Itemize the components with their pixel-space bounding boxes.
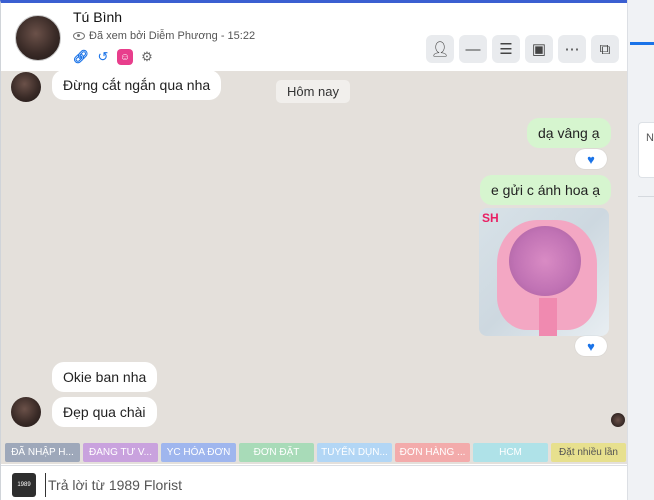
eye-icon <box>73 32 85 40</box>
background-card-text: N <box>646 132 654 144</box>
contact-avatar[interactable] <box>15 15 61 61</box>
bouquet-ribbon <box>539 298 557 336</box>
message-bubble-in[interactable]: Đừng cắt ngắn qua nha <box>52 71 222 100</box>
sender-avatar[interactable] <box>11 72 41 102</box>
more-icon[interactable]: ⋯ <box>558 35 586 63</box>
label-tag[interactable]: ĐƠN ĐẶT <box>239 443 314 462</box>
message-bubble-in[interactable]: Đẹp qua chài <box>52 397 157 427</box>
reply-input[interactable] <box>45 473 605 497</box>
minimize-icon[interactable]: — <box>459 35 487 63</box>
pink-face-icon[interactable]: ☺ <box>117 49 133 65</box>
background-page: N <box>627 0 654 500</box>
label-tags-bar: ĐÃ NHẬP H... ĐANG TƯ V... YC HÓA ĐƠN ĐƠN ĐẶ… <box>1 440 627 464</box>
composer: 1989 <box>1 465 627 500</box>
image-logo-text: SH <box>482 211 499 225</box>
message-bubble-out[interactable]: e gửi c ánh hoa ạ <box>480 175 612 205</box>
seen-status: Đã xem bởi Diễm Phương - 15:22 <box>73 30 255 42</box>
inbox-icon[interactable]: ▣ <box>525 35 553 63</box>
bouquet-flowers <box>509 226 581 296</box>
history-icon[interactable]: ↺ <box>95 49 111 65</box>
message-list[interactable]: Đừng cắt ngắn qua nha Hôm nay dạ vâng ạ … <box>1 71 627 440</box>
label-tag[interactable]: HCM <box>473 443 548 462</box>
page-logo: 1989 <box>12 473 36 497</box>
checklist-icon[interactable]: ☰ <box>492 35 520 63</box>
background-divider <box>638 196 654 197</box>
seen-text: Đã xem bởi Diễm Phương - 15:22 <box>89 30 256 42</box>
background-accent-bar <box>630 42 654 45</box>
label-tag[interactable]: ĐƠN HÀNG ... <box>395 443 470 462</box>
heart-icon[interactable]: ♥ <box>575 336 607 356</box>
heart-icon[interactable]: ♥ <box>575 149 607 169</box>
chat-header: Tú Bình Đã xem bởi Diễm Phương - 15:22 🔗… <box>1 3 627 71</box>
sender-avatar[interactable] <box>11 397 41 427</box>
label-tag[interactable]: Đặt nhiều lần <box>551 443 626 462</box>
read-receipt-avatar <box>611 413 625 427</box>
background-card: N <box>638 122 654 178</box>
robot-icon[interactable]: ⚙ <box>139 49 155 65</box>
link-icon[interactable]: 🔗︎ <box>73 49 90 65</box>
chat-window: Tú Bình Đã xem bởi Diễm Phương - 15:22 🔗… <box>0 0 627 500</box>
open-external-icon[interactable]: ⧉ <box>591 35 619 63</box>
date-divider: Hôm nay <box>276 80 351 103</box>
label-tag[interactable]: ĐÃ NHẬP H... <box>5 443 80 462</box>
label-tag[interactable]: TUYỂN DỤN... <box>317 443 392 462</box>
header-toolbar: 👤︎ — ☰ ▣ ⋯ ⧉ <box>426 35 619 63</box>
contact-meta-icons: 🔗︎ ↺ ☺ ⚙ <box>73 49 155 65</box>
image-message[interactable]: SH <box>479 208 609 336</box>
message-bubble-in[interactable]: Okie ban nha <box>52 362 158 392</box>
label-tag[interactable]: ĐANG TƯ V... <box>83 443 158 462</box>
label-tag[interactable]: YC HÓA ĐƠN <box>161 443 236 462</box>
add-user-icon[interactable]: 👤︎ <box>426 35 454 63</box>
message-bubble-out[interactable]: dạ vâng ạ <box>527 118 611 148</box>
contact-name[interactable]: Tú Bình <box>73 9 122 25</box>
